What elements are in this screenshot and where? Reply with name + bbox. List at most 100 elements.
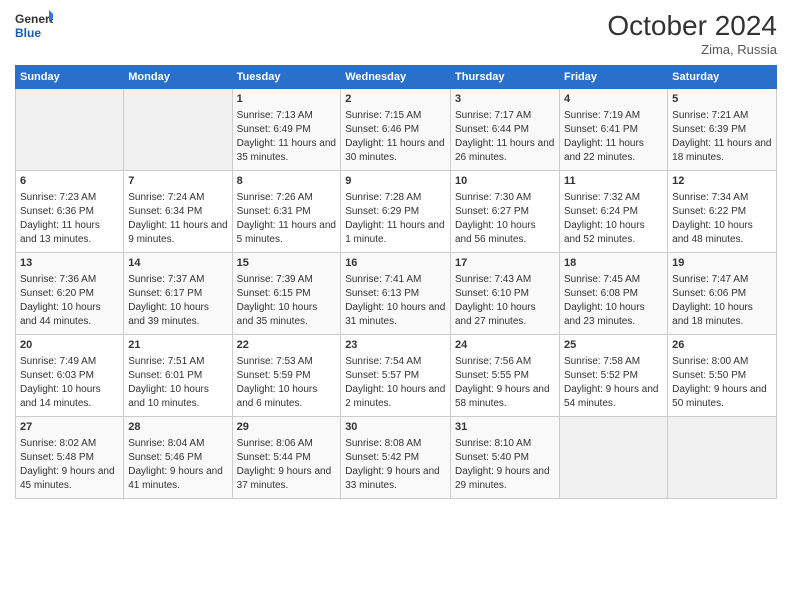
calendar-cell: 27Sunrise: 8:02 AMSunset: 5:48 PMDayligh… bbox=[16, 417, 124, 499]
calendar-cell: 26Sunrise: 8:00 AMSunset: 5:50 PMDayligh… bbox=[668, 335, 777, 417]
sunset-text: Sunset: 6:01 PM bbox=[128, 369, 227, 383]
calendar-cell: 11Sunrise: 7:32 AMSunset: 6:24 PMDayligh… bbox=[559, 171, 667, 253]
sunrise-text: Sunrise: 7:13 AM bbox=[237, 109, 337, 123]
calendar-cell: 2Sunrise: 7:15 AMSunset: 6:46 PMDaylight… bbox=[341, 89, 451, 171]
sunrise-text: Sunrise: 7:47 AM bbox=[672, 273, 772, 287]
col-monday: Monday bbox=[124, 66, 232, 89]
daylight-text: Daylight: 9 hours and 50 minutes. bbox=[672, 383, 772, 411]
sunset-text: Sunset: 6:03 PM bbox=[20, 369, 119, 383]
daylight-text: Daylight: 9 hours and 54 minutes. bbox=[564, 383, 663, 411]
sunrise-text: Sunrise: 7:28 AM bbox=[345, 191, 446, 205]
calendar-cell: 21Sunrise: 7:51 AMSunset: 6:01 PMDayligh… bbox=[124, 335, 232, 417]
col-sunday: Sunday bbox=[16, 66, 124, 89]
sunrise-text: Sunrise: 7:54 AM bbox=[345, 355, 446, 369]
calendar-cell: 15Sunrise: 7:39 AMSunset: 6:15 PMDayligh… bbox=[232, 253, 341, 335]
calendar-cell: 5Sunrise: 7:21 AMSunset: 6:39 PMDaylight… bbox=[668, 89, 777, 171]
sunset-text: Sunset: 6:24 PM bbox=[564, 205, 663, 219]
day-number: 8 bbox=[237, 174, 337, 189]
page: General Blue October 2024 Zima, Russia S… bbox=[0, 0, 792, 612]
daylight-text: Daylight: 10 hours and 18 minutes. bbox=[672, 301, 772, 329]
day-number: 5 bbox=[672, 92, 772, 107]
sunrise-text: Sunrise: 7:26 AM bbox=[237, 191, 337, 205]
daylight-text: Daylight: 10 hours and 44 minutes. bbox=[20, 301, 119, 329]
day-number: 14 bbox=[128, 256, 227, 271]
sunrise-text: Sunrise: 7:21 AM bbox=[672, 109, 772, 123]
location: Zima, Russia bbox=[607, 42, 777, 57]
calendar-cell: 31Sunrise: 8:10 AMSunset: 5:40 PMDayligh… bbox=[451, 417, 560, 499]
sunset-text: Sunset: 6:15 PM bbox=[237, 287, 337, 301]
daylight-text: Daylight: 11 hours and 1 minute. bbox=[345, 219, 446, 247]
calendar-cell: 24Sunrise: 7:56 AMSunset: 5:55 PMDayligh… bbox=[451, 335, 560, 417]
daylight-text: Daylight: 11 hours and 13 minutes. bbox=[20, 219, 119, 247]
day-number: 11 bbox=[564, 174, 663, 189]
sunrise-text: Sunrise: 7:19 AM bbox=[564, 109, 663, 123]
daylight-text: Daylight: 11 hours and 5 minutes. bbox=[237, 219, 337, 247]
day-number: 3 bbox=[455, 92, 555, 107]
daylight-text: Daylight: 11 hours and 9 minutes. bbox=[128, 219, 227, 247]
sunset-text: Sunset: 6:36 PM bbox=[20, 205, 119, 219]
col-friday: Friday bbox=[559, 66, 667, 89]
svg-text:General: General bbox=[15, 12, 53, 26]
calendar-cell bbox=[668, 417, 777, 499]
sunrise-text: Sunrise: 7:17 AM bbox=[455, 109, 555, 123]
sunrise-text: Sunrise: 8:02 AM bbox=[20, 437, 119, 451]
sunrise-text: Sunrise: 7:30 AM bbox=[455, 191, 555, 205]
daylight-text: Daylight: 11 hours and 30 minutes. bbox=[345, 137, 446, 165]
day-number: 27 bbox=[20, 420, 119, 435]
calendar-cell: 16Sunrise: 7:41 AMSunset: 6:13 PMDayligh… bbox=[341, 253, 451, 335]
sunset-text: Sunset: 5:57 PM bbox=[345, 369, 446, 383]
sunrise-text: Sunrise: 7:36 AM bbox=[20, 273, 119, 287]
sunset-text: Sunset: 6:27 PM bbox=[455, 205, 555, 219]
day-number: 26 bbox=[672, 338, 772, 353]
calendar-cell: 13Sunrise: 7:36 AMSunset: 6:20 PMDayligh… bbox=[16, 253, 124, 335]
sunset-text: Sunset: 5:42 PM bbox=[345, 451, 446, 465]
sunset-text: Sunset: 5:55 PM bbox=[455, 369, 555, 383]
day-number: 10 bbox=[455, 174, 555, 189]
calendar-cell: 12Sunrise: 7:34 AMSunset: 6:22 PMDayligh… bbox=[668, 171, 777, 253]
day-number: 2 bbox=[345, 92, 446, 107]
sunset-text: Sunset: 5:52 PM bbox=[564, 369, 663, 383]
calendar-cell: 9Sunrise: 7:28 AMSunset: 6:29 PMDaylight… bbox=[341, 171, 451, 253]
daylight-text: Daylight: 10 hours and 31 minutes. bbox=[345, 301, 446, 329]
calendar-week-3: 13Sunrise: 7:36 AMSunset: 6:20 PMDayligh… bbox=[16, 253, 777, 335]
day-number: 12 bbox=[672, 174, 772, 189]
sunset-text: Sunset: 6:20 PM bbox=[20, 287, 119, 301]
sunset-text: Sunset: 6:31 PM bbox=[237, 205, 337, 219]
sunrise-text: Sunrise: 7:39 AM bbox=[237, 273, 337, 287]
daylight-text: Daylight: 10 hours and 56 minutes. bbox=[455, 219, 555, 247]
day-number: 9 bbox=[345, 174, 446, 189]
sunset-text: Sunset: 6:13 PM bbox=[345, 287, 446, 301]
sunset-text: Sunset: 6:49 PM bbox=[237, 123, 337, 137]
daylight-text: Daylight: 10 hours and 6 minutes. bbox=[237, 383, 337, 411]
sunset-text: Sunset: 6:46 PM bbox=[345, 123, 446, 137]
sunrise-text: Sunrise: 7:41 AM bbox=[345, 273, 446, 287]
sunrise-text: Sunrise: 8:04 AM bbox=[128, 437, 227, 451]
sunset-text: Sunset: 5:40 PM bbox=[455, 451, 555, 465]
col-thursday: Thursday bbox=[451, 66, 560, 89]
sunset-text: Sunset: 5:48 PM bbox=[20, 451, 119, 465]
day-number: 24 bbox=[455, 338, 555, 353]
sunrise-text: Sunrise: 7:45 AM bbox=[564, 273, 663, 287]
sunrise-text: Sunrise: 7:53 AM bbox=[237, 355, 337, 369]
day-number: 15 bbox=[237, 256, 337, 271]
sunset-text: Sunset: 5:46 PM bbox=[128, 451, 227, 465]
calendar-week-2: 6Sunrise: 7:23 AMSunset: 6:36 PMDaylight… bbox=[16, 171, 777, 253]
sunset-text: Sunset: 5:50 PM bbox=[672, 369, 772, 383]
sunset-text: Sunset: 6:06 PM bbox=[672, 287, 772, 301]
month-title: October 2024 bbox=[607, 10, 777, 42]
calendar-cell: 20Sunrise: 7:49 AMSunset: 6:03 PMDayligh… bbox=[16, 335, 124, 417]
day-number: 6 bbox=[20, 174, 119, 189]
day-number: 23 bbox=[345, 338, 446, 353]
header-row: Sunday Monday Tuesday Wednesday Thursday… bbox=[16, 66, 777, 89]
daylight-text: Daylight: 10 hours and 48 minutes. bbox=[672, 219, 772, 247]
sunset-text: Sunset: 6:34 PM bbox=[128, 205, 227, 219]
calendar-cell: 29Sunrise: 8:06 AMSunset: 5:44 PMDayligh… bbox=[232, 417, 341, 499]
day-number: 7 bbox=[128, 174, 227, 189]
svg-text:Blue: Blue bbox=[15, 26, 41, 40]
sunrise-text: Sunrise: 7:56 AM bbox=[455, 355, 555, 369]
day-number: 1 bbox=[237, 92, 337, 107]
daylight-text: Daylight: 11 hours and 18 minutes. bbox=[672, 137, 772, 165]
daylight-text: Daylight: 10 hours and 14 minutes. bbox=[20, 383, 119, 411]
sunset-text: Sunset: 6:10 PM bbox=[455, 287, 555, 301]
calendar-cell: 25Sunrise: 7:58 AMSunset: 5:52 PMDayligh… bbox=[559, 335, 667, 417]
